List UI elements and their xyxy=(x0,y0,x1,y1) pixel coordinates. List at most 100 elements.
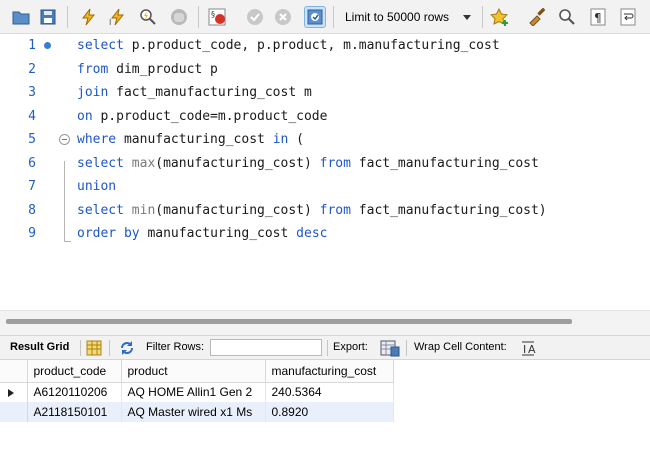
find-icon[interactable] xyxy=(556,6,578,28)
table-cell[interactable]: AQ Master wired x1 Ms xyxy=(121,402,266,422)
wrap-cell-content-label: Wrap Cell Content: xyxy=(414,341,507,353)
code-text: union xyxy=(77,175,116,198)
table-cell[interactable]: A6120110206 xyxy=(27,382,122,402)
table-row[interactable]: A6120110206 AQ HOME Allin1 Gen 2 240.536… xyxy=(0,382,394,402)
svg-text:¶: ¶ xyxy=(594,11,602,25)
export-label: Export: xyxy=(333,341,368,353)
sql-text: fact_manufacturing_cost) xyxy=(350,202,547,218)
fold-toggle-icon[interactable] xyxy=(59,134,70,145)
save-icon[interactable] xyxy=(37,6,59,28)
clean-icon[interactable] xyxy=(525,6,547,28)
execute-icon[interactable] xyxy=(77,6,99,28)
editor-splitter[interactable] xyxy=(0,310,650,335)
execute-current-icon[interactable]: I xyxy=(106,6,128,28)
horizontal-scrollbar[interactable] xyxy=(6,319,572,324)
line-number: 7 xyxy=(28,179,36,194)
sql-text: fact_manufacturing_cost xyxy=(350,155,539,171)
sql-keyword: select xyxy=(77,155,124,171)
open-folder-icon[interactable] xyxy=(10,6,32,28)
sql-text: ( xyxy=(288,132,304,147)
code-text: where manufacturing_cost in ( xyxy=(77,128,304,151)
sql-editor[interactable]: 1 select p.product_code, p.product, m.man… xyxy=(0,34,650,310)
code-text: select min(manufacturing_cost) from fact… xyxy=(77,199,547,222)
beautify-icon[interactable] xyxy=(489,6,511,28)
code-line[interactable]: 9 order by manufacturing_cost desc xyxy=(0,222,650,245)
sql-text: (manufacturing_cost) xyxy=(155,202,320,218)
code-line[interactable]: 8 select min(manufacturing_cost) from fac… xyxy=(0,199,650,222)
sql-function: min xyxy=(131,202,156,218)
filter-rows-label: Filter Rows: xyxy=(146,341,205,353)
sql-keyword: from xyxy=(77,61,109,77)
code-text: join fact_manufacturing_cost m xyxy=(77,81,312,104)
sql-keyword: join xyxy=(77,85,109,100)
wrap-icon[interactable] xyxy=(617,6,639,28)
column-header[interactable]: product_code xyxy=(27,360,122,383)
refresh-icon[interactable] xyxy=(118,339,136,357)
code-text: select max(manufacturing_cost) from fact… xyxy=(77,152,539,175)
code-line[interactable]: 6 select max(manufacturing_cost) from fac… xyxy=(0,152,650,175)
sql-text: manufacturing_cost xyxy=(139,226,297,241)
code-line[interactable]: 3 join fact_manufacturing_cost m xyxy=(0,81,650,104)
sql-keyword: select xyxy=(77,202,124,218)
row-header-corner xyxy=(0,360,28,383)
line-number: 5 xyxy=(28,132,36,147)
code-text: from dim_product p xyxy=(77,58,218,81)
code-line[interactable]: 1 select p.product_code, p.product, m.man… xyxy=(0,34,650,57)
grid-icon[interactable] xyxy=(86,340,102,356)
sql-text: p.product_code=m.product_code xyxy=(92,108,328,124)
sql-text: p.product_code, p.product, m.manufacturi… xyxy=(123,38,500,53)
sql-text: fact_manufacturing_cost m xyxy=(108,85,312,100)
wrap-cell-icon[interactable]: IA xyxy=(520,340,536,356)
line-number: 3 xyxy=(28,85,36,100)
result-grid-tab[interactable]: Result Grid xyxy=(10,336,69,359)
limit-dropdown[interactable]: Limit to 50000 rows xyxy=(337,6,477,28)
table-cell[interactable]: AQ HOME Allin1 Gen 2 xyxy=(121,382,266,402)
svg-text:I: I xyxy=(109,18,111,26)
limit-dropdown-label: Limit to 50000 rows xyxy=(345,10,450,24)
svg-text:A: A xyxy=(528,343,536,356)
code-text: on p.product_code=m.product_code xyxy=(77,105,327,128)
line-number: 9 xyxy=(28,226,36,241)
line-number: 8 xyxy=(28,202,36,218)
code-line[interactable]: 5 where manufacturing_cost in ( xyxy=(0,128,650,151)
stop-icon[interactable] xyxy=(168,6,190,28)
sql-keyword: from xyxy=(319,155,351,171)
explain-icon[interactable] xyxy=(137,6,159,28)
code-text: order by manufacturing_cost desc xyxy=(77,222,327,245)
table-cell[interactable]: A2118150101 xyxy=(27,402,122,422)
code-line[interactable]: 2 from dim_product p xyxy=(0,58,650,81)
sql-editor-toolbar: I § Limit to 50000 rows ¶ xyxy=(0,0,650,34)
sql-text: manufacturing_cost xyxy=(116,132,273,147)
sql-keyword: desc xyxy=(296,226,328,241)
rollback-icon[interactable] xyxy=(272,6,294,28)
toggle-stop-on-error-icon[interactable]: § xyxy=(206,6,228,28)
line-number: 2 xyxy=(28,61,36,77)
export-icon[interactable] xyxy=(380,339,400,357)
table-cell[interactable]: 0.8920 xyxy=(265,402,394,422)
sql-keyword: in xyxy=(272,132,289,147)
code-line[interactable]: 7 union xyxy=(0,175,650,198)
row-selector[interactable] xyxy=(0,382,28,402)
commit-icon[interactable] xyxy=(244,6,266,28)
column-header[interactable]: manufacturing_cost xyxy=(265,360,394,383)
result-grid[interactable]: product_code product manufacturing_cost … xyxy=(0,360,650,452)
sql-text: dim_product p xyxy=(108,61,218,77)
svg-text:§: § xyxy=(211,10,215,19)
chevron-down-icon xyxy=(463,15,471,20)
sql-keyword: union xyxy=(77,179,117,194)
invisible-chars-icon[interactable]: ¶ xyxy=(587,6,609,28)
line-number: 6 xyxy=(28,155,36,171)
filter-rows-input[interactable] xyxy=(210,339,322,356)
table-row[interactable]: A2118150101 AQ Master wired x1 Ms 0.8920 xyxy=(0,402,394,422)
line-number: 4 xyxy=(28,108,36,124)
sql-function: max xyxy=(131,155,156,171)
table-cell[interactable]: 240.5364 xyxy=(265,382,394,402)
line-number: 1 xyxy=(28,38,36,53)
row-selector[interactable] xyxy=(0,402,28,422)
toggle-autocommit-icon[interactable] xyxy=(304,6,326,28)
column-header[interactable]: product xyxy=(121,360,266,383)
current-row-icon xyxy=(8,388,14,397)
code-line[interactable]: 4 on p.product_code=m.product_code xyxy=(0,105,650,128)
